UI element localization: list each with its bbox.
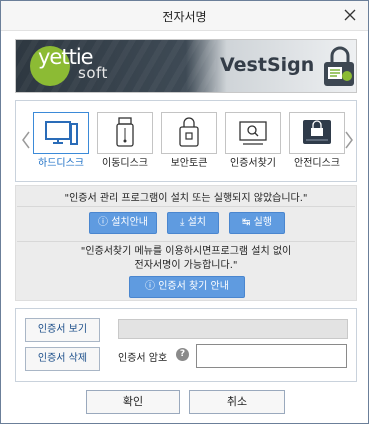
cancel-button[interactable]: 취소 xyxy=(189,390,285,414)
install-guide-label: 설치안내 xyxy=(111,217,148,228)
find-cert-message-line2: 전자서명이 가능합니다." xyxy=(134,260,238,271)
find-cert-guide-label: 인증서 찾기 안내 xyxy=(158,281,229,292)
device-usb-drive[interactable]: 이동디스크 xyxy=(97,112,153,170)
info-icon: ⓘ xyxy=(145,281,156,292)
close-icon[interactable] xyxy=(339,4,361,26)
device-secure-disk[interactable]: 안전디스크 xyxy=(289,112,345,170)
find-cert-message: "인증서찾기 메뉴를 이용하시면프로그램 설치 없이 전자서명이 가능합니다." xyxy=(16,245,356,273)
not-installed-message: "인증서 관리 프로그램이 설치 또는 실행되지 않았습니다." xyxy=(64,193,308,204)
selected-certificate-field xyxy=(118,319,348,339)
find-cert-guide-button[interactable]: ⓘ 인증서 찾기 안내 xyxy=(129,276,245,298)
device-label: 인증서찾기 xyxy=(230,158,276,169)
divider xyxy=(17,241,355,242)
vendor-banner: yettie soft VestSign xyxy=(15,39,357,93)
device-find-cert[interactable]: 인증서찾기 xyxy=(225,112,281,170)
usb-drive-icon xyxy=(97,112,153,152)
password-label: 인증서 암호 xyxy=(118,353,168,364)
dialog-title: 전자서명 xyxy=(162,10,207,24)
product-name: VestSign xyxy=(220,54,315,76)
security-token-icon xyxy=(161,112,217,152)
device-label: 안전디스크 xyxy=(294,158,340,169)
find-cert-icon xyxy=(225,112,281,152)
install-button[interactable]: ⤓ 설치 xyxy=(167,212,219,234)
certificate-panel: 인증서 보기 인증서 삭제 인증서 암호 ? xyxy=(15,308,357,382)
secure-disk-icon xyxy=(289,112,345,152)
download-icon: ⤓ xyxy=(179,217,185,228)
device-label: 보안토큰 xyxy=(170,158,208,169)
view-certificate-button[interactable]: 인증서 보기 xyxy=(25,318,100,342)
storage-selector: 하드디스크 이동디스크 보안토큰 인증서찾기 안전디스크 xyxy=(15,100,357,182)
run-label: 실행 xyxy=(253,217,272,228)
title-bar[interactable]: 전자서명 xyxy=(1,1,368,31)
divider xyxy=(17,206,355,207)
scroll-right-icon[interactable] xyxy=(343,129,355,151)
device-label: 이동디스크 xyxy=(102,158,148,169)
scroll-left-icon[interactable] xyxy=(20,129,32,151)
hard-disk-icon xyxy=(33,112,89,152)
install-guide-button[interactable]: ⓘ 설치안내 xyxy=(89,212,157,234)
program-notice-panel: "인증서 관리 프로그램이 설치 또는 실행되지 않았습니다." ⓘ 설치안내 … xyxy=(15,185,357,301)
device-label: 하드디스크 xyxy=(38,158,84,169)
run-button[interactable]: ↹ 실행 xyxy=(229,212,285,234)
device-security-token[interactable]: 보안토큰 xyxy=(161,112,217,170)
device-hard-disk[interactable]: 하드디스크 xyxy=(33,112,89,170)
install-label: 설치 xyxy=(187,217,206,228)
confirm-button[interactable]: 확인 xyxy=(86,390,180,414)
find-cert-message-line1: "인증서찾기 메뉴를 이용하시면프로그램 설치 없이 xyxy=(80,246,292,257)
logo-subtext: soft xyxy=(78,64,108,82)
run-icon: ↹ xyxy=(242,217,251,228)
info-icon: ⓘ xyxy=(98,217,108,228)
certificate-lock-icon xyxy=(318,46,356,88)
signature-dialog: 전자서명 yettie soft VestSign 하드디스크 이동디스크 보안… xyxy=(0,0,369,424)
help-icon[interactable]: ? xyxy=(176,348,189,361)
certificate-password-input[interactable] xyxy=(196,344,347,368)
delete-certificate-button[interactable]: 인증서 삭제 xyxy=(25,347,100,371)
